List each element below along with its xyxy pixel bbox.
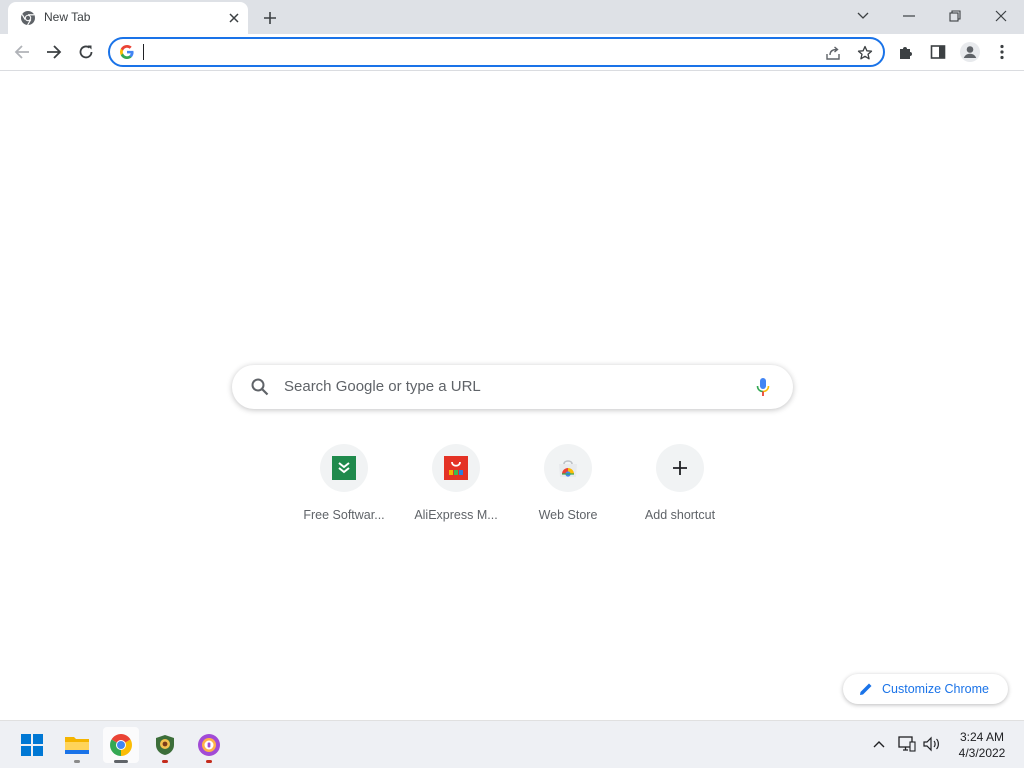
shortcut-label: Add shortcut: [644, 508, 716, 522]
side-panel-icon[interactable]: [924, 38, 952, 66]
address-bar[interactable]: [108, 37, 885, 67]
search-icon: [251, 378, 269, 396]
free-software-icon: [332, 456, 356, 480]
chrome-window: New Tab Search Google or type a URL Free…: [0, 0, 1024, 720]
tab-new-tab[interactable]: New Tab: [8, 2, 248, 34]
reload-icon[interactable]: [72, 38, 100, 66]
chrome-favicon-icon: [21, 11, 35, 26]
google-g-icon: [120, 45, 134, 59]
add-shortcut-button[interactable]: Add shortcut: [624, 442, 736, 532]
customize-chrome-button[interactable]: Customize Chrome: [843, 674, 1008, 704]
tab-close-icon[interactable]: [224, 8, 244, 28]
shortcut-tile[interactable]: Free Softwar...: [288, 442, 400, 532]
text-caret: [143, 44, 144, 60]
shortcut-icon-circle: [432, 444, 480, 492]
running-indicator: [74, 760, 80, 763]
shortcut-tile[interactable]: AliExpress M...: [400, 442, 512, 532]
forward-arrow-icon[interactable]: [40, 38, 68, 66]
bookmark-star-icon[interactable]: [854, 42, 876, 64]
menu-kebab-icon[interactable]: [988, 38, 1016, 66]
running-indicator: [114, 760, 128, 763]
ntp-search-box[interactable]: Search Google or type a URL: [232, 365, 793, 409]
extensions-puzzle-icon[interactable]: [892, 38, 920, 66]
file-explorer-icon[interactable]: [59, 727, 95, 763]
microphone-icon[interactable]: [752, 376, 774, 398]
taskbar: 3:24 AM 4/3/2022: [0, 720, 1024, 768]
start-icon[interactable]: [14, 727, 50, 763]
shortcut-label: Free Softwar...: [303, 508, 385, 522]
tab-title: New Tab: [44, 10, 91, 24]
address-input[interactable]: [142, 43, 802, 61]
share-icon[interactable]: [822, 42, 844, 64]
clock-time: 3:24 AM: [959, 730, 1005, 744]
minimize-icon[interactable]: [886, 0, 932, 32]
shortcut-tile[interactable]: Web Store: [512, 442, 624, 532]
profile-avatar-icon[interactable]: [956, 38, 984, 66]
shortcut-icon-circle: [320, 444, 368, 492]
new-tab-plus-icon[interactable]: [258, 6, 282, 30]
aliexpress-icon: [444, 456, 468, 480]
clock-date: 4/3/2022: [958, 746, 1006, 760]
app-vpn-icon[interactable]: [191, 727, 227, 763]
search-placeholder: Search Google or type a URL: [284, 378, 481, 395]
close-window-icon[interactable]: [978, 0, 1024, 32]
back-arrow-icon[interactable]: [8, 38, 36, 66]
shortcut-label: Web Store: [538, 508, 598, 522]
running-indicator: [206, 760, 212, 763]
shortcut-icon-circle: [656, 444, 704, 492]
toolbar: [0, 34, 1024, 71]
customize-label: Customize Chrome: [882, 682, 989, 696]
chrome-icon[interactable]: [103, 727, 139, 763]
web-store-icon: [559, 460, 577, 477]
pencil-icon: [860, 683, 872, 695]
chevron-up-icon[interactable]: [868, 733, 890, 755]
running-indicator: [162, 760, 168, 763]
shortcut-label: AliExpress M...: [414, 508, 498, 522]
restore-icon[interactable]: [932, 0, 978, 32]
volume-icon[interactable]: [921, 733, 943, 755]
app-shield-icon[interactable]: [147, 727, 183, 763]
tab-strip: New Tab: [0, 0, 1024, 34]
plus-icon: [673, 461, 687, 475]
system-clock[interactable]: 3:24 AM 4/3/2022: [950, 729, 1014, 761]
tab-search-chevron-icon[interactable]: [840, 0, 886, 32]
network-icon[interactable]: [896, 733, 918, 755]
shortcut-icon-circle: [544, 444, 592, 492]
